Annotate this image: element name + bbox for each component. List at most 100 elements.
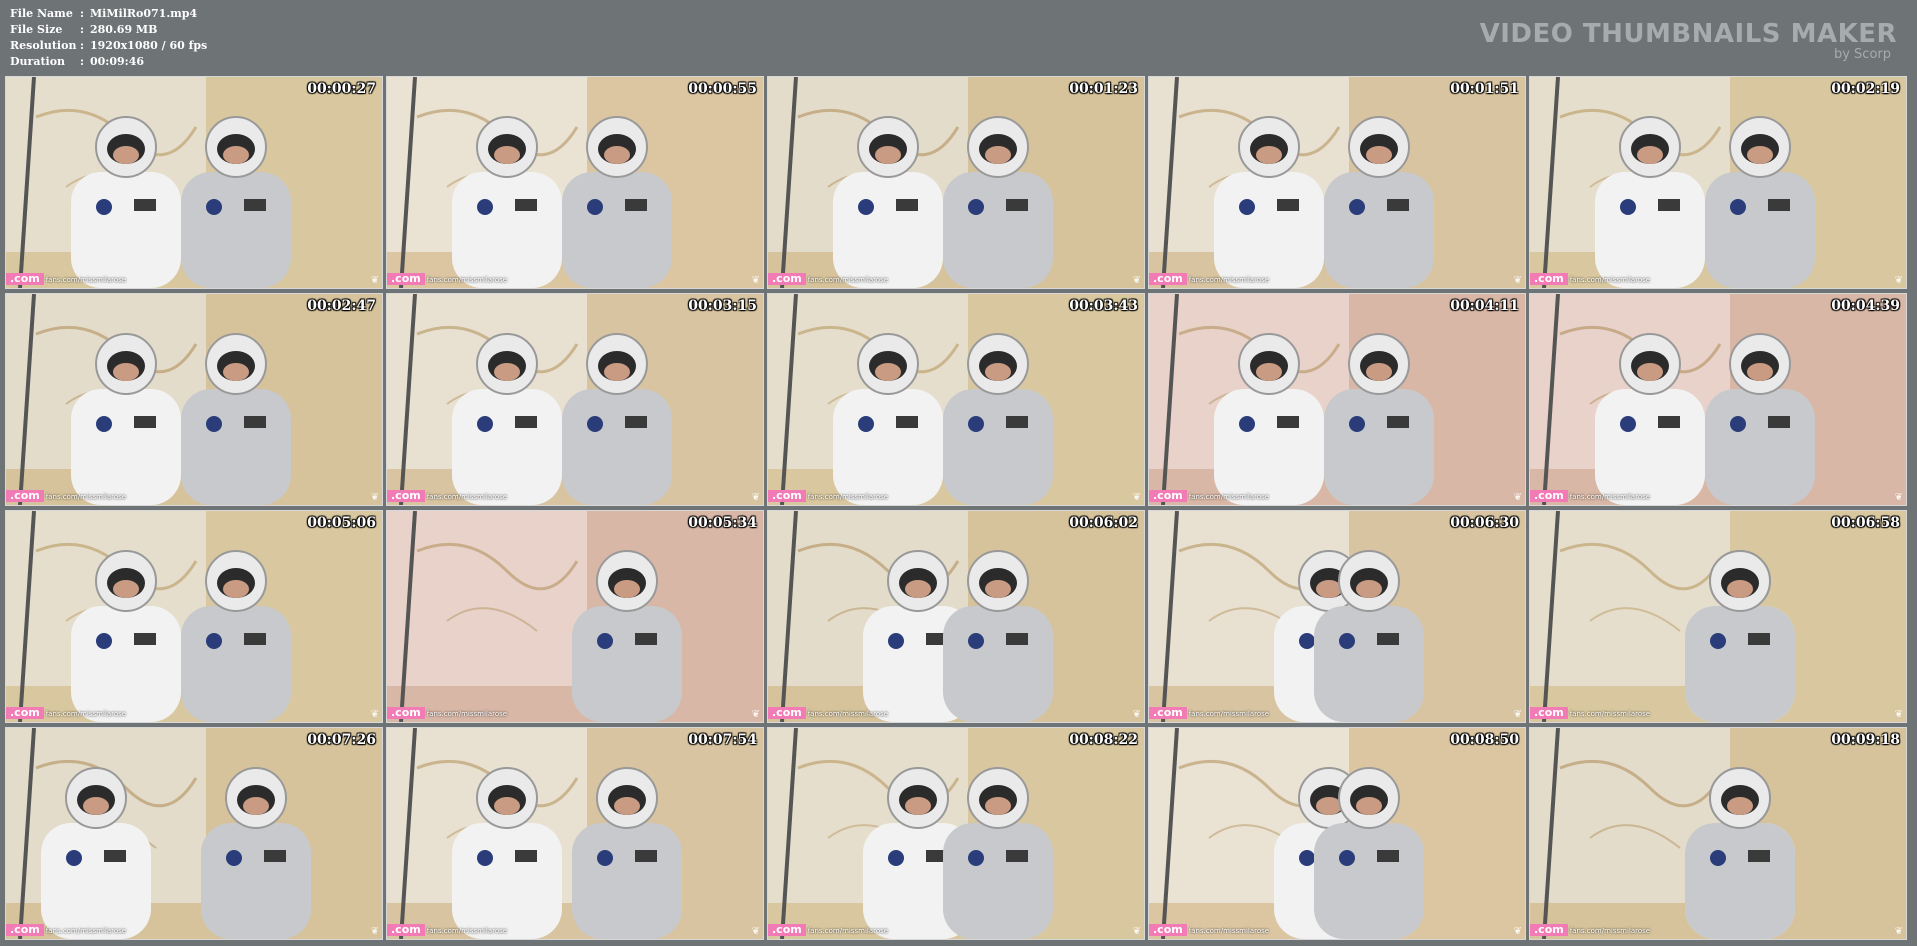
timestamp: 00:03:15 — [688, 298, 757, 314]
corner-leaf-icon: ❦ — [1513, 275, 1522, 286]
timestamp: 00:09:18 — [1831, 732, 1900, 748]
watermark-url: fans.com/missmilarose — [45, 493, 127, 501]
watermark: .com fans.com/missmilarose — [6, 924, 126, 936]
file-info-value: 280.69 MB — [90, 23, 158, 36]
watermark: .com fans.com/missmilarose — [387, 707, 507, 719]
timestamp: 00:04:11 — [1450, 298, 1519, 314]
file-info-label: File Name — [10, 7, 73, 20]
corner-leaf-icon: ❦ — [370, 709, 379, 720]
thumbnail[interactable]: 00:07:26 .com fans.com/missmilarose ❦ — [5, 727, 383, 940]
timestamp: 00:02:19 — [1831, 81, 1900, 97]
video-frame-image — [1530, 728, 1906, 939]
watermark-logo: .com — [768, 490, 806, 502]
video-frame-image — [6, 511, 382, 722]
video-frame-image — [1149, 511, 1525, 722]
corner-leaf-icon: ❦ — [1132, 275, 1141, 286]
thumbnail[interactable]: 00:09:18 .com fans.com/missmilarose ❦ — [1529, 727, 1907, 940]
watermark-url: fans.com/missmilarose — [1569, 276, 1651, 284]
timestamp: 00:01:51 — [1450, 81, 1519, 97]
watermark-url: fans.com/missmilarose — [1188, 276, 1270, 284]
watermark: .com fans.com/missmilarose — [387, 490, 507, 502]
timestamp: 00:06:02 — [1069, 515, 1138, 531]
watermark-logo: .com — [768, 924, 806, 936]
thumbnail[interactable]: 00:05:34 .com fans.com/missmilarose ❦ — [386, 510, 764, 723]
watermark: .com fans.com/missmilarose — [768, 490, 888, 502]
thumbnail[interactable]: 00:02:47 .com fans.com/missmilarose ❦ — [5, 293, 383, 506]
file-info-label: Resolution — [10, 39, 77, 52]
file-info-panel: File Name: MiMilRo071.mp4 File Size:280.6… — [10, 6, 207, 70]
corner-leaf-icon: ❦ — [751, 709, 760, 720]
watermark-url: fans.com/missmilarose — [807, 927, 889, 935]
timestamp: 00:07:54 — [688, 732, 757, 748]
watermark-url: fans.com/missmilarose — [1188, 710, 1270, 718]
corner-leaf-icon: ❦ — [370, 275, 379, 286]
video-frame-image — [1530, 294, 1906, 505]
corner-leaf-icon: ❦ — [1132, 492, 1141, 503]
timestamp: 00:08:50 — [1450, 732, 1519, 748]
thumbnail[interactable]: 00:01:23 .com fans.com/missmilarose ❦ — [767, 76, 1145, 289]
timestamp: 00:04:39 — [1831, 298, 1900, 314]
corner-leaf-icon: ❦ — [370, 926, 379, 937]
timestamp: 00:06:30 — [1450, 515, 1519, 531]
watermark-url: fans.com/missmilarose — [45, 276, 127, 284]
thumbnail[interactable]: 00:06:02 .com fans.com/missmilarose ❦ — [767, 510, 1145, 723]
timestamp: 00:05:06 — [307, 515, 376, 531]
timestamp: 00:00:55 — [688, 81, 757, 97]
thumbnail[interactable]: 00:04:11 .com fans.com/missmilarose ❦ — [1148, 293, 1526, 506]
corner-leaf-icon: ❦ — [1513, 709, 1522, 720]
watermark: .com fans.com/missmilarose — [1530, 924, 1650, 936]
watermark-url: fans.com/missmilarose — [426, 710, 508, 718]
video-frame-image — [1149, 728, 1525, 939]
timestamp: 00:08:22 — [1069, 732, 1138, 748]
watermark-logo: .com — [1149, 707, 1187, 719]
thumbnail[interactable]: 00:06:58 .com fans.com/missmilarose ❦ — [1529, 510, 1907, 723]
watermark-url: fans.com/missmilarose — [45, 927, 127, 935]
watermark-url: fans.com/missmilarose — [1569, 710, 1651, 718]
watermark-logo: .com — [6, 490, 44, 502]
file-info-row: File Name: MiMilRo071.mp4 — [10, 7, 198, 20]
watermark: .com fans.com/missmilarose — [768, 924, 888, 936]
video-frame-image — [1149, 294, 1525, 505]
video-frame-image — [387, 294, 763, 505]
watermark-url: fans.com/missmilarose — [45, 710, 127, 718]
file-info-row: Duration:00:09:46 — [10, 55, 145, 68]
file-info-value: MiMilRo071.mp4 — [90, 7, 198, 20]
video-frame-image — [1530, 77, 1906, 288]
timestamp: 00:00:27 — [307, 81, 376, 97]
video-frame-image — [1149, 77, 1525, 288]
thumbnail[interactable]: 00:06:30 .com fans.com/missmilarose ❦ — [1148, 510, 1526, 723]
watermark-logo: .com — [768, 707, 806, 719]
watermark-logo: .com — [1530, 273, 1568, 285]
corner-leaf-icon: ❦ — [1894, 492, 1903, 503]
thumbnail[interactable]: 00:03:43 .com fans.com/missmilarose ❦ — [767, 293, 1145, 506]
watermark-url: fans.com/missmilarose — [1569, 927, 1651, 935]
watermark-url: fans.com/missmilarose — [426, 493, 508, 501]
thumbnail[interactable]: 00:00:55 .com fans.com/missmilarose ❦ — [386, 76, 764, 289]
watermark: .com fans.com/missmilarose — [6, 490, 126, 502]
watermark-logo: .com — [1149, 924, 1187, 936]
video-frame-image — [768, 728, 1144, 939]
watermark-logo: .com — [1149, 273, 1187, 285]
thumbnail[interactable]: 00:02:19 .com fans.com/missmilarose ❦ — [1529, 76, 1907, 289]
watermark: .com fans.com/missmilarose — [1149, 924, 1269, 936]
watermark: .com fans.com/missmilarose — [387, 924, 507, 936]
corner-leaf-icon: ❦ — [751, 926, 760, 937]
thumbnail[interactable]: 00:00:27 .com fans.com/missmilarose ❦ — [5, 76, 383, 289]
video-frame-image — [768, 294, 1144, 505]
watermark: .com fans.com/missmilarose — [1530, 490, 1650, 502]
file-info-row: File Size:280.69 MB — [10, 23, 158, 36]
thumbnail[interactable]: 00:05:06 .com fans.com/missmilarose ❦ — [5, 510, 383, 723]
watermark-url: fans.com/missmilarose — [807, 276, 889, 284]
corner-leaf-icon: ❦ — [1513, 926, 1522, 937]
watermark-url: fans.com/missmilarose — [426, 927, 508, 935]
thumbnail[interactable]: 00:03:15 .com fans.com/missmilarose ❦ — [386, 293, 764, 506]
thumbnail[interactable]: 00:07:54 .com fans.com/missmilarose ❦ — [386, 727, 764, 940]
thumbnail[interactable]: 00:04:39 .com fans.com/missmilarose ❦ — [1529, 293, 1907, 506]
thumbnail[interactable]: 00:01:51 .com fans.com/missmilarose ❦ — [1148, 76, 1526, 289]
watermark: .com fans.com/missmilarose — [768, 273, 888, 285]
watermark-url: fans.com/missmilarose — [1569, 493, 1651, 501]
thumbnail[interactable]: 00:08:50 .com fans.com/missmilarose ❦ — [1148, 727, 1526, 940]
timestamp: 00:06:58 — [1831, 515, 1900, 531]
video-frame-image — [6, 294, 382, 505]
thumbnail[interactable]: 00:08:22 .com fans.com/missmilarose ❦ — [767, 727, 1145, 940]
